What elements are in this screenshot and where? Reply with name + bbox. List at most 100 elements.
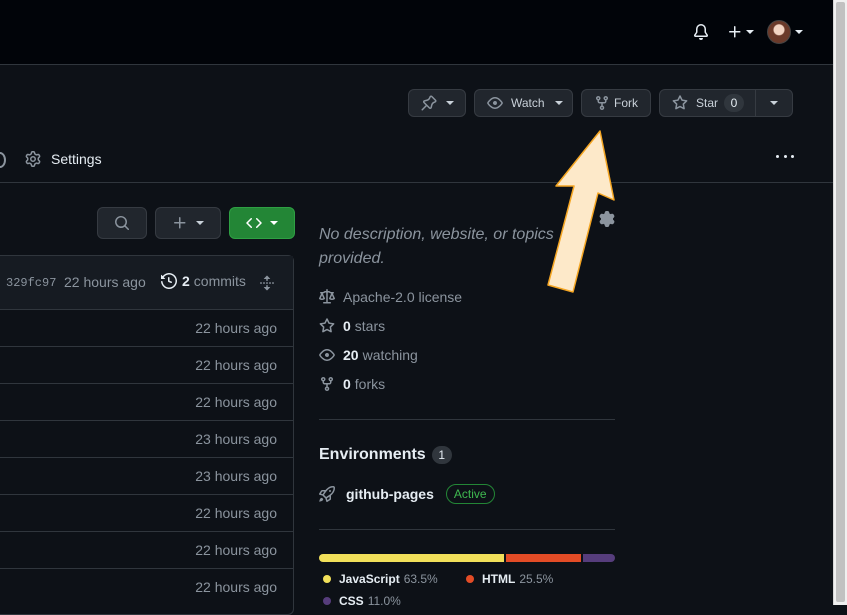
license-link[interactable]: Apache-2.0 license xyxy=(319,289,462,305)
history-icon xyxy=(161,273,177,289)
row-time: 23 hours ago xyxy=(195,431,277,447)
user-menu[interactable] xyxy=(767,20,803,44)
chevron-down-icon xyxy=(770,101,778,105)
nav-divider xyxy=(0,182,833,183)
table-row[interactable]: 22 hours ago xyxy=(0,347,293,384)
watchers-link[interactable]: 20 watching xyxy=(319,347,418,363)
commits-label: commits xyxy=(193,273,246,289)
row-time: 22 hours ago xyxy=(195,394,277,410)
environments-heading[interactable]: Environments 1 xyxy=(319,446,452,464)
search-button[interactable] xyxy=(97,207,147,239)
language-name: HTML xyxy=(482,572,516,586)
fork-icon xyxy=(321,377,333,392)
unfold-icon[interactable] xyxy=(259,275,275,291)
license-label: Apache-2.0 license xyxy=(343,289,463,305)
about-description: No description, website, or topics provi… xyxy=(319,226,554,267)
star-counter: 0 xyxy=(724,94,745,112)
table-row[interactable]: 22 hours ago xyxy=(0,310,293,347)
watch-label: Watch xyxy=(511,96,545,110)
language-bar xyxy=(319,554,615,562)
latest-commit-bar: 329fc97 22 hours ago 2 commits xyxy=(0,256,293,310)
row-time: 22 hours ago xyxy=(195,542,277,558)
table-row[interactable]: 22 hours ago xyxy=(0,384,293,421)
stars-label: stars xyxy=(354,318,386,334)
plus-icon xyxy=(728,26,740,38)
code-button[interactable] xyxy=(229,207,295,239)
environments-count: 1 xyxy=(431,446,452,464)
tab-settings-label: Settings xyxy=(51,151,102,167)
commits-link[interactable]: 2 commits xyxy=(161,273,246,289)
sidebar-divider xyxy=(319,529,615,530)
bell-icon[interactable] xyxy=(690,22,712,42)
star-lists-dropdown[interactable] xyxy=(755,89,793,117)
eye-icon xyxy=(487,97,503,109)
fork-button[interactable]: Fork xyxy=(581,89,651,117)
language-item[interactable]: CSS 11.0% xyxy=(323,594,401,608)
table-row[interactable]: 22 hours ago xyxy=(0,532,293,569)
table-row[interactable]: 22 hours ago xyxy=(0,495,293,532)
row-time: 23 hours ago xyxy=(195,468,277,484)
language-dot xyxy=(323,575,331,583)
row-time: 22 hours ago xyxy=(195,505,277,521)
language-dot xyxy=(466,575,474,583)
environments-title: Environments xyxy=(319,446,426,463)
row-time: 22 hours ago xyxy=(195,357,277,373)
chevron-down-icon xyxy=(196,221,204,225)
chevron-down-icon xyxy=(554,101,563,105)
pin-button[interactable] xyxy=(408,89,466,117)
row-time: 22 hours ago xyxy=(195,579,277,595)
more-options-icon[interactable] xyxy=(776,155,794,161)
environment-item[interactable]: github-pages Active xyxy=(319,484,495,504)
environment-name: github-pages xyxy=(346,486,434,502)
language-name: JavaScript xyxy=(339,572,400,586)
row-time: 22 hours ago xyxy=(195,320,277,336)
chevron-down-icon xyxy=(270,221,278,225)
star-icon xyxy=(319,318,335,333)
gear-icon xyxy=(25,151,41,167)
forks-link[interactable]: 0 forks xyxy=(319,376,385,392)
language-bar-segment xyxy=(582,554,615,562)
law-icon xyxy=(319,289,335,304)
chevron-down-icon xyxy=(446,101,454,105)
language-item[interactable]: HTML 25.5% xyxy=(466,572,553,586)
language-item[interactable]: JavaScript 63.5% xyxy=(323,572,438,586)
language-bar-segment xyxy=(319,554,505,562)
pin-icon xyxy=(421,95,437,111)
commit-time: 22 hours ago xyxy=(64,274,146,290)
fork-icon xyxy=(596,96,608,111)
commit-sha[interactable]: 329fc97 xyxy=(6,276,56,290)
chevron-down-icon xyxy=(745,30,754,34)
add-file-button[interactable] xyxy=(155,207,221,239)
tab-settings[interactable]: Settings xyxy=(25,150,102,168)
watch-button[interactable]: Watch xyxy=(474,89,573,117)
gear-icon[interactable] xyxy=(599,211,615,227)
star-label: Star xyxy=(696,96,719,110)
forks-count: 0 xyxy=(343,376,351,392)
create-new-menu[interactable] xyxy=(724,22,756,42)
code-icon xyxy=(246,217,262,229)
fork-label: Fork xyxy=(614,96,638,110)
commits-count: 2 xyxy=(182,273,190,289)
watching-count: 20 xyxy=(343,347,359,363)
forks-label: forks xyxy=(354,376,386,392)
status-badge: Active xyxy=(445,484,495,504)
language-percent: 63.5% xyxy=(403,572,438,586)
language-percent: 25.5% xyxy=(519,572,554,586)
chevron-down-icon xyxy=(795,30,803,34)
avatar xyxy=(767,20,791,44)
rocket-icon xyxy=(319,486,335,502)
star-icon xyxy=(672,95,688,110)
scrollbar-thumb[interactable] xyxy=(836,2,845,602)
tab-partial-edge xyxy=(0,152,6,168)
watching-label: watching xyxy=(362,347,418,363)
stars-link[interactable]: 0 stars xyxy=(319,318,385,334)
table-row[interactable]: 22 hours ago xyxy=(0,569,293,606)
stars-count: 0 xyxy=(343,318,351,334)
star-button[interactable]: Star 0 xyxy=(659,89,756,117)
search-icon xyxy=(115,216,130,231)
language-percent: 11.0% xyxy=(367,594,401,608)
table-row[interactable]: 23 hours ago xyxy=(0,458,293,495)
scrollbar[interactable] xyxy=(833,0,847,605)
language-dot xyxy=(323,597,331,605)
table-row[interactable]: 23 hours ago xyxy=(0,421,293,458)
